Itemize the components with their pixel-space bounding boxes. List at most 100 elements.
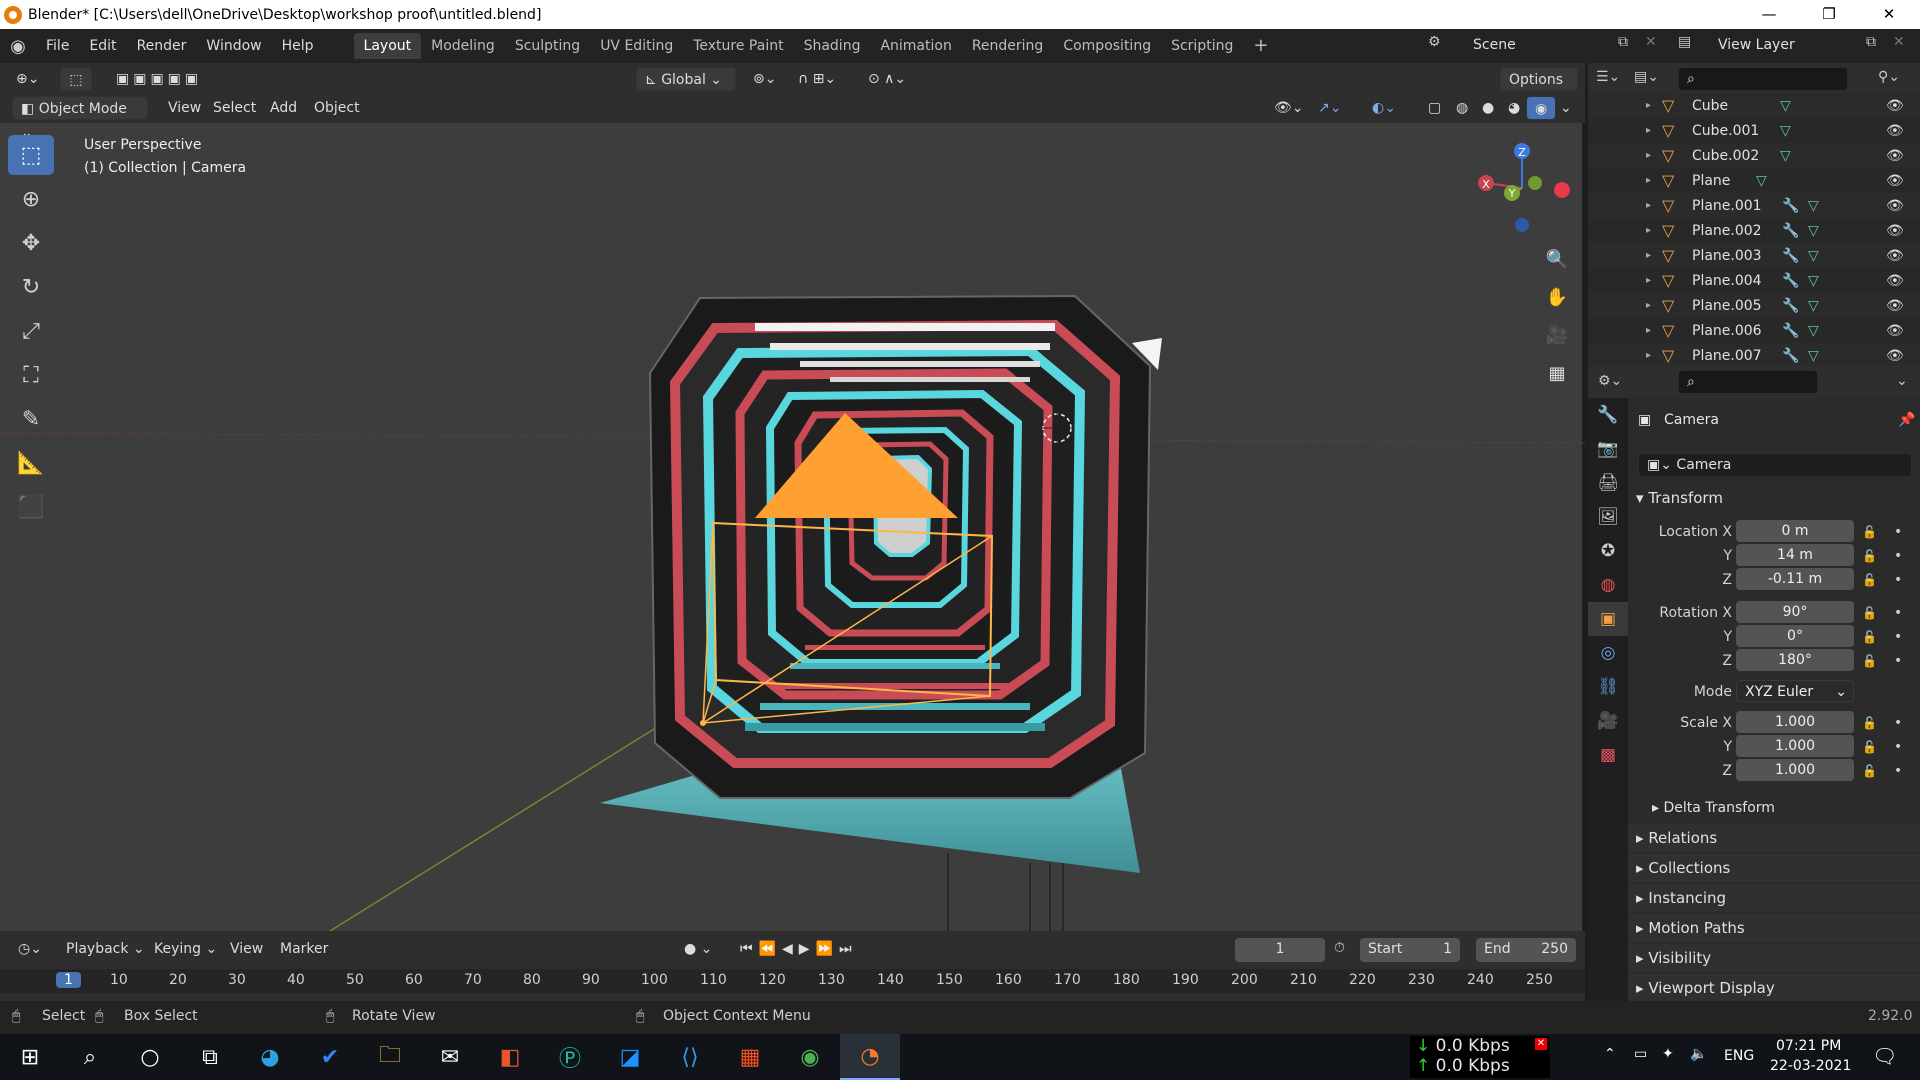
collections-panel[interactable]: ▸ Collections bbox=[1628, 854, 1920, 882]
mail-icon[interactable]: ✉ bbox=[420, 1034, 480, 1080]
outliner-item[interactable]: ▸ ▽ Cube.002 ▽ 👁 bbox=[1588, 143, 1920, 168]
lock-icon[interactable]: 🔓 bbox=[1862, 544, 1877, 568]
view-layer-tab-icon[interactable]: 🖼 bbox=[1588, 500, 1628, 534]
outliner-item[interactable]: ▸ ▽ Plane.007 🔧 ▽ 👁 bbox=[1588, 343, 1920, 368]
keyframe-dot-icon[interactable]: • bbox=[1894, 568, 1902, 592]
rotation-mode-dropdown[interactable]: XYZ Euler ⌄ bbox=[1736, 680, 1854, 702]
measure-tool-icon[interactable]: 📐 bbox=[8, 443, 54, 483]
xray-icon[interactable]: ▢ bbox=[1420, 96, 1449, 120]
outliner-search-input[interactable]: ⌕ bbox=[1678, 67, 1848, 91]
minimize-button[interactable]: — bbox=[1740, 0, 1798, 29]
eye-visibility-icon[interactable]: 👁 bbox=[1886, 173, 1904, 189]
texture-tab-icon[interactable]: ▩ bbox=[1588, 738, 1628, 772]
rotate-tool-icon[interactable]: ↻ bbox=[8, 267, 54, 307]
keyframe-dot-icon[interactable]: • bbox=[1894, 735, 1902, 759]
wifi-icon[interactable]: ✦ bbox=[1662, 1046, 1674, 1062]
frame-ruler[interactable]: 1 10 20 30 40 50 60 70 80 90 100 110 120 130 140 150 160… bbox=[0, 969, 1585, 993]
eye-visibility-icon[interactable]: 👁 bbox=[1886, 273, 1904, 289]
wireframe-shading-icon[interactable]: ◍ bbox=[1448, 96, 1476, 120]
add-workspace-button[interactable]: + bbox=[1243, 33, 1278, 59]
view-layer-icon[interactable]: ▤ bbox=[1678, 34, 1691, 50]
navigation-gizmo[interactable]: Z X Y bbox=[1470, 133, 1580, 243]
solid-shading-icon[interactable]: ● bbox=[1474, 96, 1502, 120]
viewport-display-panel[interactable]: ▸ Viewport Display bbox=[1628, 974, 1920, 1001]
taskbar-search-icon[interactable]: ⌕ bbox=[60, 1034, 120, 1080]
new-view-layer-icon[interactable]: ⧉ bbox=[1866, 34, 1876, 50]
select-box-tool-icon[interactable]: ⬚ bbox=[8, 135, 54, 175]
zoom-icon[interactable]: 🔍 bbox=[1542, 244, 1572, 274]
outliner-item[interactable]: ▸ ▽ Plane.002 🔧 ▽ 👁 bbox=[1588, 218, 1920, 243]
editor-type-icon[interactable]: ⊕⌄ bbox=[8, 67, 47, 91]
mesh-data-icon[interactable]: ▽ bbox=[1808, 348, 1819, 364]
volume-icon[interactable]: 🔈 bbox=[1690, 1046, 1707, 1062]
clock-date[interactable]: 22-03-2021 bbox=[1770, 1058, 1851, 1074]
eye-visibility-icon[interactable]: 👁 bbox=[1886, 198, 1904, 214]
expand-arrow-icon[interactable]: ▸ bbox=[1646, 125, 1651, 136]
outliner-editor-icon[interactable]: ☰⌄ bbox=[1596, 69, 1620, 85]
viewport-menu-select[interactable]: Select bbox=[205, 96, 264, 120]
delete-view-layer-icon[interactable]: ✕ bbox=[1893, 34, 1905, 50]
tab-scripting[interactable]: Scripting bbox=[1161, 33, 1243, 59]
modifier-wrench-icon[interactable]: 🔧 bbox=[1782, 348, 1799, 364]
location-x-field[interactable]: 0 m bbox=[1736, 520, 1854, 542]
gizmo-toggle-icon[interactable]: ↗⌄ bbox=[1310, 96, 1349, 120]
lock-icon[interactable]: 🔓 bbox=[1862, 601, 1877, 625]
keyframe-dot-icon[interactable]: • bbox=[1894, 601, 1902, 625]
select-tool-icon[interactable]: ⬚ bbox=[60, 67, 92, 91]
camera-data-tab-icon[interactable]: 🎥 bbox=[1588, 704, 1628, 738]
menu-help[interactable]: Help bbox=[272, 29, 324, 63]
scale-z-field[interactable]: 1.000 bbox=[1736, 759, 1854, 781]
scene-tab-icon[interactable]: ✪ bbox=[1588, 534, 1628, 568]
perspective-toggle-icon[interactable]: ▦ bbox=[1542, 358, 1572, 388]
lock-icon[interactable]: 🔓 bbox=[1862, 735, 1877, 759]
lock-icon[interactable]: 🔓 bbox=[1862, 625, 1877, 649]
expand-arrow-icon[interactable]: ▸ bbox=[1646, 275, 1651, 286]
tab-compositing[interactable]: Compositing bbox=[1053, 33, 1161, 59]
tab-animation[interactable]: Animation bbox=[870, 33, 961, 59]
keyframe-dot-icon[interactable]: • bbox=[1894, 759, 1902, 783]
rotation-y-field[interactable]: 0° bbox=[1736, 625, 1854, 647]
visibility-panel[interactable]: ▸ Visibility bbox=[1628, 944, 1920, 972]
location-y-field[interactable]: 14 m bbox=[1736, 544, 1854, 566]
expand-arrow-icon[interactable]: ▸ bbox=[1646, 325, 1651, 336]
properties-editor-icon[interactable]: ⚙⌄ bbox=[1598, 373, 1622, 389]
outliner-item[interactable]: ▸ ▽ Plane.003 🔧 ▽ 👁 bbox=[1588, 243, 1920, 268]
expand-arrow-icon[interactable]: ▸ bbox=[1646, 175, 1651, 186]
new-scene-icon[interactable]: ⧉ bbox=[1618, 34, 1628, 50]
relations-panel[interactable]: ▸ Relations bbox=[1628, 824, 1920, 852]
todo-app-icon[interactable]: ✔ bbox=[300, 1034, 360, 1080]
mesh-data-icon[interactable]: ▽ bbox=[1756, 173, 1767, 189]
tab-layout[interactable]: Layout bbox=[353, 33, 422, 59]
mesh-data-icon[interactable]: ▽ bbox=[1808, 298, 1819, 314]
maximize-button[interactable]: ❐ bbox=[1800, 0, 1858, 29]
scene-icon[interactable]: ⚙ bbox=[1428, 34, 1441, 50]
eye-visibility-icon[interactable]: 👁 bbox=[1886, 123, 1904, 139]
scale-y-field[interactable]: 1.000 bbox=[1736, 735, 1854, 757]
mesh-data-icon[interactable]: ▽ bbox=[1808, 248, 1819, 264]
eye-visibility-icon[interactable]: 👁 bbox=[1886, 98, 1904, 114]
delta-transform-panel[interactable]: ▸ Delta Transform bbox=[1628, 794, 1920, 822]
properties-search-input[interactable]: ⌕ bbox=[1678, 370, 1818, 394]
outliner-item[interactable]: ▸ ▽ Cube ▽ 👁 bbox=[1588, 93, 1920, 118]
outliner-item[interactable]: ▸ ▽ Plane.004 🔧 ▽ 👁 bbox=[1588, 268, 1920, 293]
lock-icon[interactable]: 🔓 bbox=[1862, 520, 1877, 544]
notification-icon[interactable]: 🗨 bbox=[1872, 1044, 1897, 1068]
scene-field[interactable]: Scene bbox=[1465, 34, 1615, 58]
viewport-menu-object[interactable]: Object bbox=[306, 96, 368, 120]
current-frame-field[interactable]: 1 bbox=[1235, 938, 1325, 962]
timeline-menu-keying[interactable]: Keying ⌄ bbox=[146, 937, 225, 961]
expand-arrow-icon[interactable]: ▸ bbox=[1646, 150, 1651, 161]
vscode-icon[interactable]: ⟨⟩ bbox=[660, 1034, 720, 1080]
scale-x-field[interactable]: 1.000 bbox=[1736, 711, 1854, 733]
outliner-item[interactable]: ▸ ▽ Plane ▽ 👁 bbox=[1588, 168, 1920, 193]
mesh-data-icon[interactable]: ▽ bbox=[1808, 223, 1819, 239]
expand-arrow-icon[interactable]: ▸ bbox=[1646, 250, 1651, 261]
expand-arrow-icon[interactable]: ▸ bbox=[1646, 225, 1651, 236]
file-explorer-icon[interactable]: 🗀 bbox=[360, 1034, 420, 1080]
close-button[interactable]: ✕ bbox=[1860, 0, 1918, 29]
end-frame-field[interactable]: End 250 bbox=[1476, 938, 1576, 962]
menu-render[interactable]: Render bbox=[127, 29, 197, 63]
outliner-item[interactable]: ▸ ▽ Plane.006 🔧 ▽ 👁 bbox=[1588, 318, 1920, 343]
app-k-icon[interactable]: ◪ bbox=[600, 1034, 660, 1080]
constraints-tab-icon[interactable]: ⛓ bbox=[1588, 670, 1628, 704]
